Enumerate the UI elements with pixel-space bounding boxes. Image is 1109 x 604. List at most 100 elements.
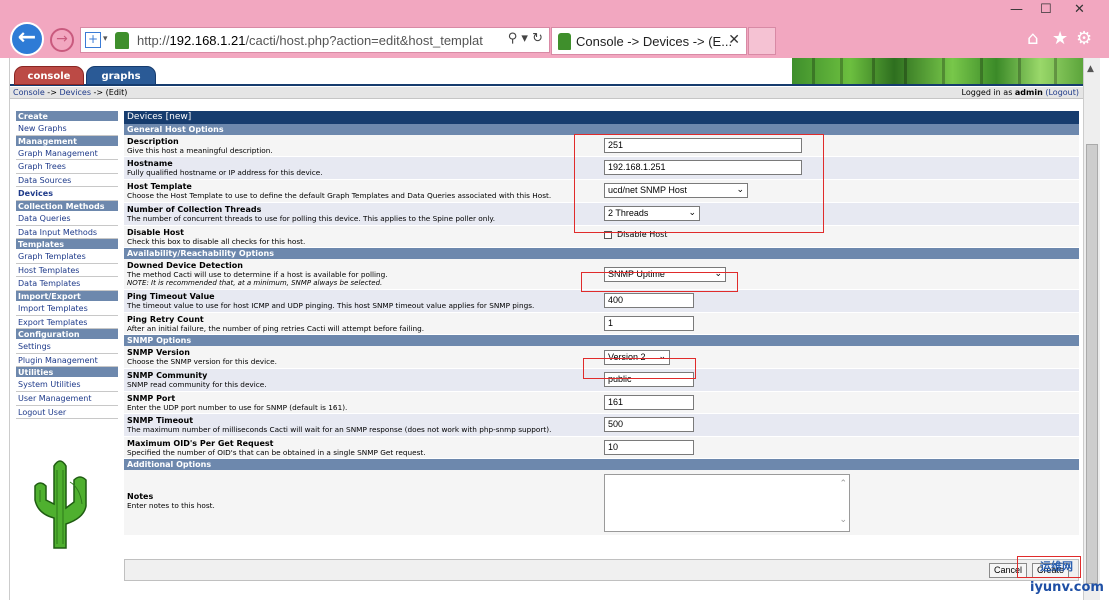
sidebar-item-graph-trees[interactable]: Graph Trees: [16, 160, 118, 174]
row-disable-host: Disable Host Check this box to disable al…: [124, 226, 1079, 248]
disable-host-checkbox[interactable]: [604, 230, 612, 239]
sidebar-heading: Collection Methods: [16, 200, 118, 212]
section-snmp: SNMP Options: [124, 335, 1079, 346]
host-template-select[interactable]: ucd/net SNMP Host ⌄: [604, 183, 748, 198]
row-description: Description Give this host a meaningful d…: [124, 135, 1079, 157]
sidebar-heading: Management: [16, 135, 118, 147]
maximize-icon[interactable]: ☐: [1040, 2, 1052, 17]
sidebar-item-logout-user[interactable]: Logout User: [16, 406, 118, 420]
chevron-down-icon[interactable]: ▾: [103, 34, 108, 44]
compat-shield-icon[interactable]: +: [85, 32, 101, 48]
sidebar-item-data-queries[interactable]: Data Queries: [16, 212, 118, 226]
device-form: Devices [new] General Host Options Descr…: [124, 111, 1079, 581]
threads-select[interactable]: 2 Threads ⌄: [604, 206, 700, 221]
tab-graphs[interactable]: graphs: [86, 66, 156, 85]
section-general: General Host Options: [124, 124, 1079, 135]
sidebar-heading: Configuration: [16, 329, 118, 341]
favorites-star-icon[interactable]: ★: [1052, 28, 1068, 49]
row-notes: Notes Enter notes to this host. ⌃ ⌄: [124, 470, 1079, 536]
chevron-down-icon: ⌄: [736, 184, 744, 194]
new-tab-button[interactable]: [748, 27, 776, 55]
tab-console[interactable]: console: [14, 66, 84, 85]
forward-arrow-icon[interactable]: →: [50, 28, 74, 52]
row-snmp-community: SNMP Community SNMP read community for th…: [124, 369, 1079, 392]
section-availability: Availability/Reachability Options: [124, 248, 1079, 259]
page-content: console graphs Console -> Devices -> (Ed…: [9, 58, 1084, 600]
cactus-logo-icon: [34, 460, 87, 549]
sidebar-item-new-graphs[interactable]: New Graphs: [16, 122, 118, 136]
downed-detection-select[interactable]: SNMP Uptime ⌄: [604, 267, 726, 282]
sidebar-item-system-utilities[interactable]: System Utilities: [16, 378, 118, 392]
cacti-favicon-icon: [558, 33, 571, 50]
address-bar[interactable]: + ▾ http://192.168.1.21/cacti/host.php?a…: [80, 27, 550, 53]
sidebar-menu: Create New Graphs Management Graph Manageme…: [16, 111, 118, 420]
form-title: Devices [new]: [124, 111, 1079, 124]
snmp-community-input[interactable]: public: [604, 372, 694, 387]
sidebar-item-devices[interactable]: Devices: [16, 187, 118, 201]
row-snmp-version: SNMP Version Choose the SNMP version for …: [124, 346, 1079, 369]
breadcrumb-console-link[interactable]: Console: [13, 88, 45, 97]
page-scrollbar[interactable]: ▲: [1083, 58, 1100, 600]
watermark-logo: 运维网 iyunv.com: [1030, 560, 1104, 595]
row-max-oids: Maximum OID's Per Get Request Specified t…: [124, 437, 1079, 459]
breadcrumb-devices-link[interactable]: Devices: [59, 88, 91, 97]
row-ping-timeout: Ping Timeout Value The timeout value to u…: [124, 290, 1079, 313]
row-ping-retry: Ping Retry Count After an initial failure…: [124, 313, 1079, 335]
scroll-up-icon[interactable]: ⌃: [839, 479, 847, 489]
gear-icon[interactable]: ⚙: [1076, 28, 1092, 49]
snmp-port-input[interactable]: 161: [604, 395, 694, 410]
row-snmp-port: SNMP Port Enter the UDP port number to us…: [124, 392, 1079, 414]
row-hostname: Hostname Fully qualified hostname or IP a…: [124, 157, 1079, 180]
description-input[interactable]: 251: [604, 138, 802, 153]
chevron-down-icon: ⌄: [688, 207, 696, 217]
sidebar-item-data-templates[interactable]: Data Templates: [16, 277, 118, 291]
home-icon[interactable]: ⌂: [1027, 28, 1038, 49]
row-host-template: Host Template Choose the Host Template to…: [124, 180, 1079, 203]
ping-retry-input[interactable]: 1: [604, 316, 694, 331]
row-downed-detection: Downed Device Detection The method Cacti …: [124, 259, 1079, 290]
sidebar-item-data-input-methods[interactable]: Data Input Methods: [16, 226, 118, 240]
scroll-up-icon[interactable]: ▲: [1087, 64, 1094, 74]
sidebar-item-plugin-management[interactable]: Plugin Management: [16, 354, 118, 368]
search-refresh-icons[interactable]: ⚲ ▾ ↻: [508, 31, 543, 46]
sidebar-item-export-templates[interactable]: Export Templates: [16, 316, 118, 330]
sidebar-item-host-templates[interactable]: Host Templates: [16, 264, 118, 278]
close-window-icon[interactable]: ✕: [1074, 2, 1085, 17]
cactus-banner-image: [792, 58, 1084, 84]
tab-title: Console -> Devices -> (E...: [576, 34, 733, 49]
sidebar-item-settings[interactable]: Settings: [16, 340, 118, 354]
chevron-down-icon: ⌄: [658, 351, 666, 361]
scrollbar-thumb[interactable]: [1086, 144, 1098, 584]
section-additional: Additional Options: [124, 459, 1079, 470]
browser-tab-console[interactable]: Console -> Devices -> (E... ✕: [551, 27, 747, 55]
snmp-version-select[interactable]: Version 2 ⌄: [604, 350, 670, 365]
sidebar-heading: Templates: [16, 239, 118, 251]
sidebar-item-graph-management[interactable]: Graph Management: [16, 147, 118, 161]
sidebar-item-import-templates[interactable]: Import Templates: [16, 302, 118, 316]
sidebar-heading: Import/Export: [16, 290, 118, 302]
minimize-icon[interactable]: —: [1010, 2, 1023, 17]
breadcrumb: Console -> Devices -> (Edit): [13, 88, 128, 97]
sidebar-heading: Utilities: [16, 367, 118, 379]
breadcrumb-bar: Console -> Devices -> (Edit) Logged in a…: [10, 87, 1084, 99]
form-actions: Cancel Create: [124, 559, 1079, 581]
snmp-timeout-input[interactable]: 500: [604, 417, 694, 432]
back-arrow-icon[interactable]: ←: [10, 22, 44, 56]
cacti-topbar: console graphs: [10, 58, 1084, 86]
close-tab-icon[interactable]: ✕: [728, 32, 740, 48]
sidebar-item-user-management[interactable]: User Management: [16, 392, 118, 406]
ping-timeout-input[interactable]: 400: [604, 293, 694, 308]
logout-link[interactable]: (Logout): [1045, 88, 1079, 97]
scroll-down-icon[interactable]: ⌄: [839, 515, 847, 525]
sidebar-item-data-sources[interactable]: Data Sources: [16, 174, 118, 188]
url-text[interactable]: http://192.168.1.21/cacti/host.php?actio…: [137, 33, 483, 48]
sidebar-item-graph-templates[interactable]: Graph Templates: [16, 250, 118, 264]
hostname-input[interactable]: 192.168.1.251: [604, 160, 802, 175]
notes-textarea[interactable]: ⌃ ⌄: [604, 474, 850, 532]
browser-chrome: — ☐ ✕ ← → + ▾ http://192.168.1.21/cacti/…: [0, 0, 1109, 58]
row-threads: Number of Collection Threads The number o…: [124, 203, 1079, 226]
max-oids-input[interactable]: 10: [604, 440, 694, 455]
row-snmp-timeout: SNMP Timeout The maximum number of millis…: [124, 414, 1079, 437]
chevron-down-icon: ⌄: [714, 268, 722, 278]
login-status: Logged in as admin (Logout): [961, 88, 1079, 97]
